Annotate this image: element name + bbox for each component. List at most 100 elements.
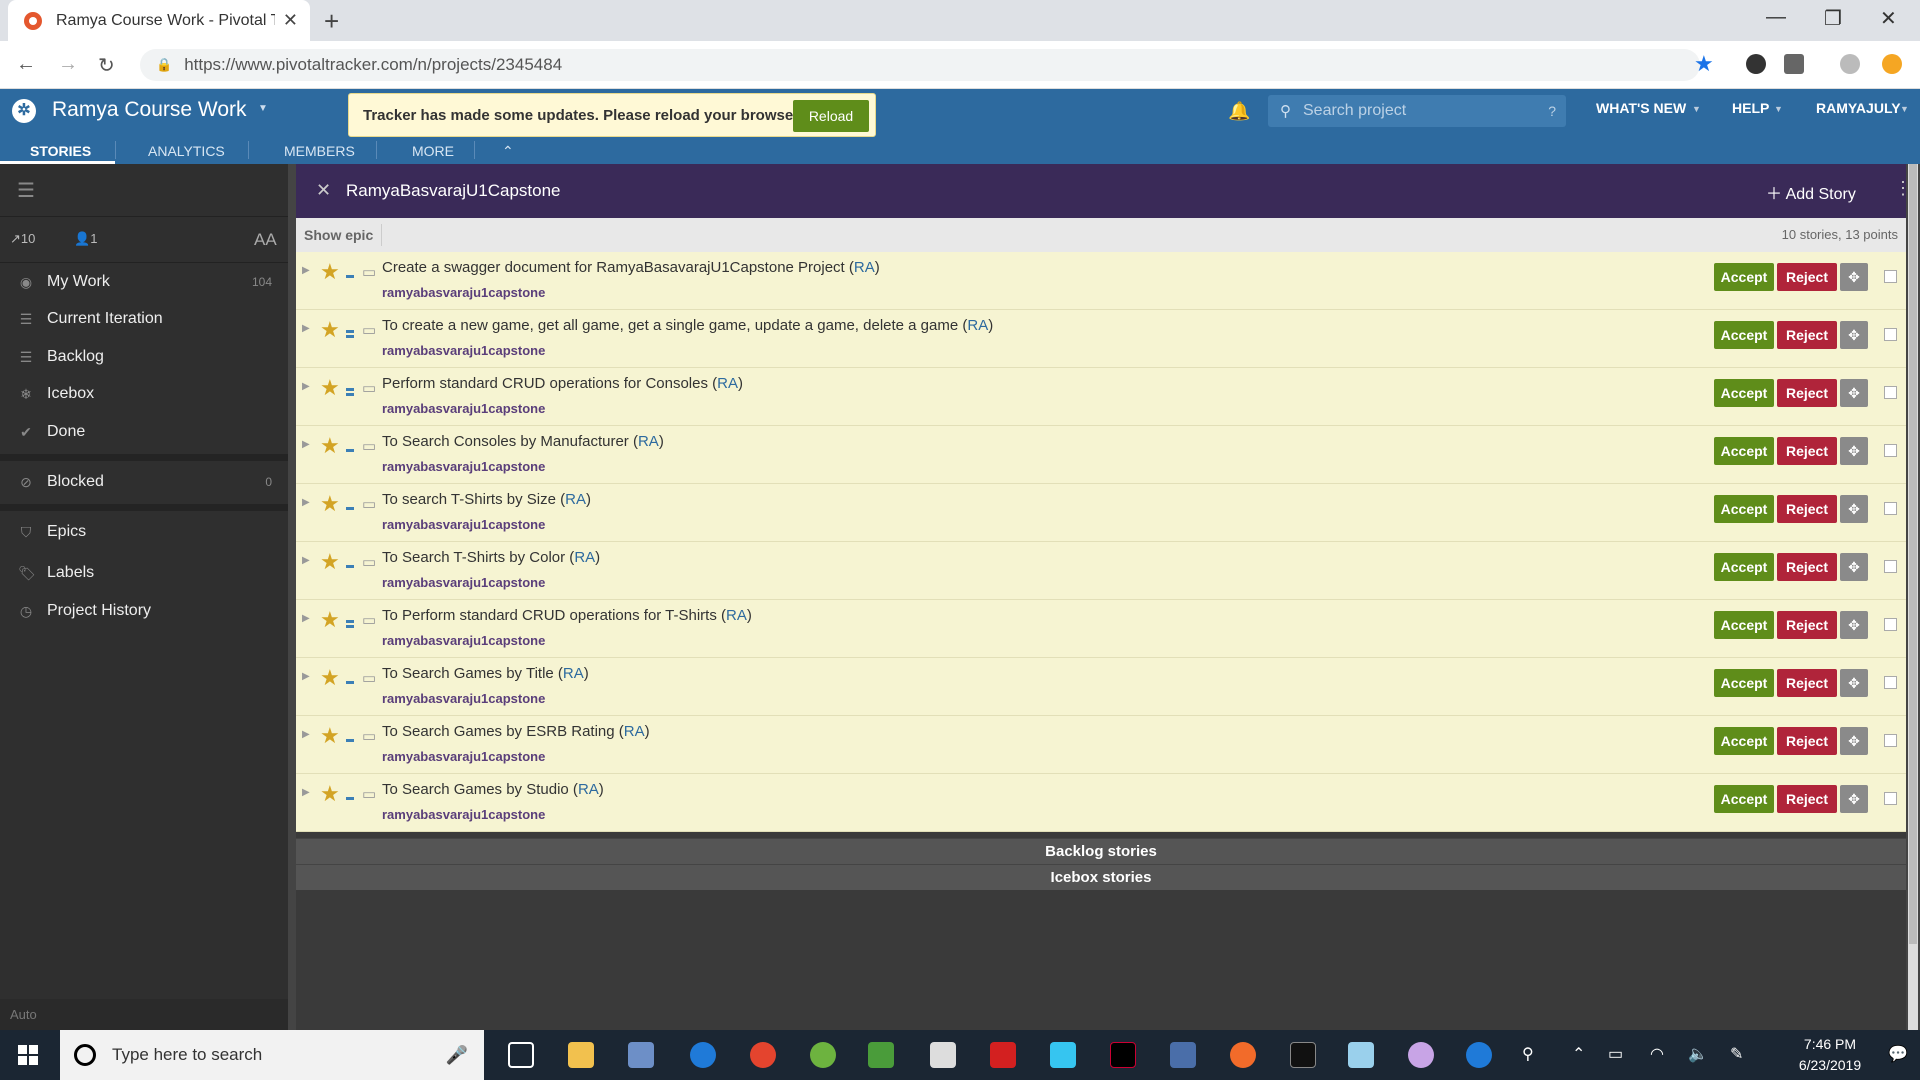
expand-story-icon[interactable]: ▶ <box>302 671 310 682</box>
collapse-header-icon[interactable]: ⌃ <box>502 138 514 164</box>
accept-button[interactable]: Accept <box>1714 263 1774 291</box>
reject-button[interactable]: Reject <box>1777 785 1837 813</box>
search-project-input[interactable]: ⚲ Search project ? <box>1268 95 1566 127</box>
story-name[interactable]: To Search Games by ESRB Rating (RA) <box>382 723 650 740</box>
select-story-checkbox[interactable] <box>1884 618 1897 631</box>
story-row[interactable]: ▶ ★ ▭ To create a new game, get all game, g… <box>296 310 1906 368</box>
story-label[interactable]: ramyabasvaraju1capstone <box>382 691 545 706</box>
story-owner[interactable]: RA <box>638 433 659 450</box>
search-help-icon[interactable]: ? <box>1548 103 1556 119</box>
story-label[interactable]: ramyabasvaraju1capstone <box>382 459 545 474</box>
edge-icon[interactable] <box>690 1042 716 1068</box>
move-story-icon[interactable]: ✥ <box>1840 669 1868 697</box>
tab-more[interactable]: MORE <box>412 138 454 164</box>
move-story-icon[interactable]: ✥ <box>1840 437 1868 465</box>
reject-button[interactable]: Reject <box>1777 611 1837 639</box>
reject-button[interactable]: Reject <box>1777 553 1837 581</box>
close-tab-icon[interactable]: ✕ <box>283 10 298 31</box>
volume-icon[interactable]: 🔈 <box>1688 1044 1708 1064</box>
slack-icon[interactable] <box>1050 1042 1076 1068</box>
select-story-checkbox[interactable] <box>1884 560 1897 573</box>
accept-button[interactable]: Accept <box>1714 611 1774 639</box>
chevron-up-icon[interactable]: ⌃ <box>1572 1044 1585 1064</box>
story-name[interactable]: To create a new game, get all game, get … <box>382 317 993 334</box>
restore-icon[interactable]: ❐ <box>1824 6 1842 31</box>
help-icon[interactable] <box>1466 1042 1492 1068</box>
story-owner[interactable]: RA <box>574 549 595 566</box>
story-label[interactable]: ramyabasvaraju1capstone <box>382 575 545 590</box>
story-label[interactable]: ramyabasvaraju1capstone <box>382 343 545 358</box>
move-story-icon[interactable]: ✥ <box>1840 263 1868 291</box>
expand-story-icon[interactable]: ▶ <box>302 787 310 798</box>
expand-story-icon[interactable]: ▶ <box>302 555 310 566</box>
reject-button[interactable]: Reject <box>1777 437 1837 465</box>
reject-button[interactable]: Reject <box>1777 727 1837 755</box>
story-row[interactable]: ▶ ★ ▭ To Search T-Shirts by Color (RA) ramya… <box>296 542 1906 600</box>
project-name[interactable]: Ramya Course Work <box>52 98 247 122</box>
story-label[interactable]: ramyabasvaraju1capstone <box>382 517 545 532</box>
story-label[interactable]: ramyabasvaraju1capstone <box>382 807 545 822</box>
accept-button[interactable]: Accept <box>1714 321 1774 349</box>
reject-button[interactable]: Reject <box>1777 379 1837 407</box>
accept-button[interactable]: Accept <box>1714 785 1774 813</box>
postman-icon[interactable] <box>1230 1042 1256 1068</box>
story-owner[interactable]: RA <box>563 665 584 682</box>
story-name[interactable]: To Perform standard CRUD operations for … <box>382 607 752 624</box>
extension-icon[interactable] <box>1784 54 1804 74</box>
task-view-icon[interactable] <box>508 1042 534 1068</box>
story-name[interactable]: To Search Games by Title (RA) <box>382 665 589 682</box>
accept-button[interactable]: Accept <box>1714 553 1774 581</box>
expand-story-icon[interactable]: ▶ <box>302 613 310 624</box>
extension-icon[interactable] <box>1746 54 1766 74</box>
select-story-checkbox[interactable] <box>1884 502 1897 515</box>
scrollbar-thumb[interactable] <box>1909 164 1917 944</box>
notification-bell-icon[interactable]: 🔔 <box>1228 101 1250 122</box>
expand-story-icon[interactable]: ▶ <box>302 497 310 508</box>
chevron-down-icon[interactable]: ▼ <box>258 103 268 114</box>
story-row[interactable]: ▶ ★ ▭ Perform standard CRUD operations for … <box>296 368 1906 426</box>
hamburger-menu-icon[interactable]: ☰ <box>17 178 35 203</box>
story-owner[interactable]: RA <box>565 491 586 508</box>
chevron-down-icon[interactable]: ▼ <box>1774 104 1783 114</box>
sidebar-item-backlog[interactable]: ☰ Backlog <box>0 339 288 375</box>
scrollbar[interactable] <box>1908 164 1918 1030</box>
minimize-icon[interactable]: — <box>1766 6 1786 29</box>
expand-story-icon[interactable]: ▶ <box>302 439 310 450</box>
font-size-toggle[interactable]: AA <box>254 230 277 250</box>
pen-icon[interactable]: ✎ <box>1730 1044 1743 1064</box>
spring-icon[interactable] <box>810 1042 836 1068</box>
accept-button[interactable]: Accept <box>1714 379 1774 407</box>
tab-members[interactable]: MEMBERS <box>284 138 355 164</box>
sidebar-item-done[interactable]: ✔ Done <box>0 414 288 450</box>
store-icon[interactable] <box>628 1042 654 1068</box>
story-owner[interactable]: RA <box>624 723 645 740</box>
icebox-stories-section[interactable]: Icebox stories <box>296 864 1906 890</box>
url-field[interactable]: 🔒 https://www.pivotaltracker.com/n/proje… <box>140 49 1700 81</box>
intellij-icon[interactable] <box>1110 1042 1136 1068</box>
app-icon[interactable] <box>868 1042 894 1068</box>
story-owner[interactable]: RA <box>967 317 988 334</box>
select-story-checkbox[interactable] <box>1884 676 1897 689</box>
select-story-checkbox[interactable] <box>1884 386 1897 399</box>
story-label[interactable]: ramyabasvaraju1capstone <box>382 285 545 300</box>
reject-button[interactable]: Reject <box>1777 321 1837 349</box>
story-name[interactable]: To Search Consoles by Manufacturer (RA) <box>382 433 664 450</box>
expand-story-icon[interactable]: ▶ <box>302 729 310 740</box>
reload-icon[interactable]: ↻ <box>98 53 115 78</box>
story-name[interactable]: To search T-Shirts by Size (RA) <box>382 491 591 508</box>
windows-start-icon[interactable] <box>18 1045 38 1065</box>
add-story-button[interactable]: ＋ Add Story <box>1766 180 1856 204</box>
move-story-icon[interactable]: ✥ <box>1840 727 1868 755</box>
acrobat-icon[interactable] <box>990 1042 1016 1068</box>
close-panel-icon[interactable]: ✕ <box>316 180 331 201</box>
taskbar-search-input[interactable]: Type here to search 🎤 <box>60 1030 484 1080</box>
mysql-workbench-icon[interactable] <box>1170 1042 1196 1068</box>
wifi-icon[interactable]: ◠ <box>1650 1044 1664 1064</box>
sidebar-item-blocked[interactable]: ⊘ Blocked 0 <box>0 464 288 500</box>
story-row[interactable]: ▶ ★ ▭ To Search Consoles by Manufacturer (R… <box>296 426 1906 484</box>
select-story-checkbox[interactable] <box>1884 734 1897 747</box>
story-row[interactable]: ▶ ★ ▭ To Search Games by Title (RA) ramyabas… <box>296 658 1906 716</box>
backlog-stories-section[interactable]: Backlog stories <box>296 838 1906 864</box>
move-story-icon[interactable]: ✥ <box>1840 553 1868 581</box>
accept-button[interactable]: Accept <box>1714 495 1774 523</box>
